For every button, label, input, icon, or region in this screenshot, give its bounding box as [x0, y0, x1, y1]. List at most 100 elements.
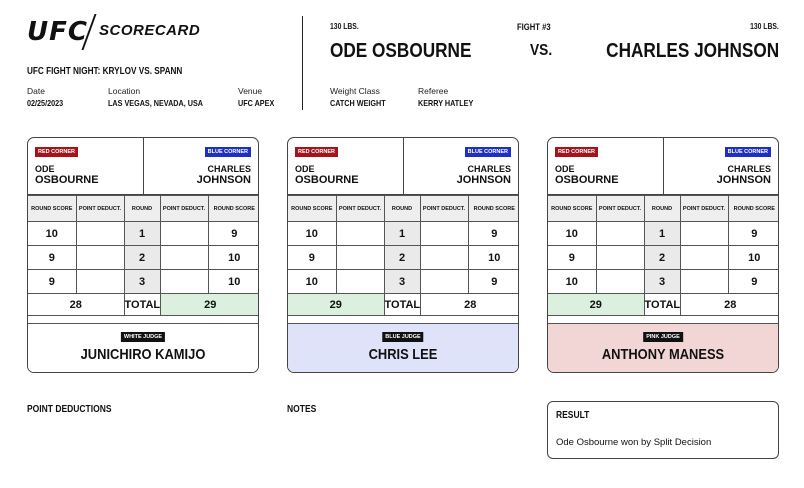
- blue-point-deduction: [419, 269, 469, 294]
- round-row: 10 1 9: [288, 221, 518, 246]
- blue-round-score: 9: [727, 269, 778, 294]
- point-deductions-heading: POINT DEDUCTIONS: [27, 404, 112, 415]
- blue-round-score: 9: [467, 269, 518, 294]
- red-round-score: 9: [28, 245, 77, 270]
- total-label: TOTAL: [383, 293, 421, 316]
- corner-divider: [143, 138, 144, 195]
- red-last-name: OSBOURNE: [295, 174, 359, 186]
- round-row: 10 1 9: [28, 221, 258, 246]
- round-row: 10 1 9: [548, 221, 778, 246]
- vs-label: VS.: [530, 42, 553, 59]
- red-point-deduction: [595, 245, 645, 270]
- red-point-deduction: [75, 221, 125, 246]
- total-row: 29 TOTAL 28: [548, 293, 778, 316]
- blue-round-score-header: ROUND SCORE: [727, 195, 778, 222]
- red-round-score-header: ROUND SCORE: [548, 195, 597, 222]
- red-point-deduction: [335, 269, 385, 294]
- blue-round-score: 10: [727, 245, 778, 270]
- scorecard-title: SCORECARD: [99, 22, 201, 39]
- blue-last-name: JOHNSON: [456, 174, 511, 186]
- blue-corner-badge: BLUE CORNER: [464, 147, 511, 157]
- round-number: 3: [383, 269, 421, 294]
- red-corner-badge: RED CORNER: [555, 147, 598, 157]
- score-header-row: ROUND SCORE POINT DEDUCT. ROUND POINT DEDUC…: [548, 195, 778, 222]
- judge-card-1: RED CORNER BLUE CORNER ODE OSBOURNE CHARLES J…: [27, 137, 259, 373]
- red-point-deduct-header: POINT DEDUCT.: [75, 195, 125, 222]
- venue-value: UFC APEX: [238, 98, 275, 108]
- ufc-logo: UFC: [27, 17, 88, 47]
- score-table: ROUND SCORE POINT DEDUCT. ROUND POINT DEDUC…: [28, 195, 258, 316]
- red-point-deduct-header: POINT DEDUCT.: [335, 195, 385, 222]
- judge-area: BLUE JUDGE CHRIS LEE: [288, 323, 518, 372]
- judge-card-3: RED CORNER BLUE CORNER ODE OSBOURNE CHARLES J…: [547, 137, 779, 373]
- blue-point-deduction: [419, 245, 469, 270]
- round-header: ROUND: [123, 195, 161, 222]
- blue-round-score: 10: [207, 269, 258, 294]
- blue-total: 28: [679, 293, 778, 316]
- judge-name: CHRIS LEE: [368, 346, 438, 363]
- date-value: 02/25/2023: [27, 98, 64, 108]
- card-header: RED CORNER BLUE CORNER ODE OSBOURNE CHARLES J…: [288, 138, 518, 195]
- judge-area: PINK JUDGE ANTHONY MANESS: [548, 323, 778, 372]
- fight-number: FIGHT #3: [517, 22, 551, 32]
- red-fighter-name: ODE OSBOURNE: [330, 40, 472, 62]
- blue-round-score-header: ROUND SCORE: [207, 195, 258, 222]
- referee-value: KERRY HATLEY: [418, 98, 474, 108]
- blue-point-deduction: [679, 269, 729, 294]
- red-point-deduction: [75, 269, 125, 294]
- result-box: RESULT Ode Osbourne won by Split Decisio…: [547, 401, 779, 459]
- blue-point-deduct-header: POINT DEDUCT.: [679, 195, 729, 222]
- card-header: RED CORNER BLUE CORNER ODE OSBOURNE CHARLES J…: [548, 138, 778, 195]
- blue-corner-badge: BLUE CORNER: [204, 147, 251, 157]
- red-last-name: OSBOURNE: [555, 174, 619, 186]
- red-fighter: ODE OSBOURNE: [555, 164, 619, 186]
- judge-badge: WHITE JUDGE: [120, 332, 166, 342]
- round-number: 2: [383, 245, 421, 270]
- red-point-deduct-header: POINT DEDUCT.: [595, 195, 645, 222]
- red-fighter: ODE OSBOURNE: [35, 164, 99, 186]
- referee-label: Referee: [418, 86, 449, 96]
- red-corner-badge: RED CORNER: [295, 147, 338, 157]
- score-header-row: ROUND SCORE POINT DEDUCT. ROUND POINT DEDUC…: [288, 195, 518, 222]
- blue-last-name: JOHNSON: [716, 174, 771, 186]
- location-value: LAS VEGAS, NEVADA, USA: [108, 98, 204, 108]
- red-round-score: 9: [288, 245, 337, 270]
- notes-heading: NOTES: [287, 404, 317, 415]
- corner-divider: [663, 138, 664, 195]
- blue-round-score-header: ROUND SCORE: [467, 195, 518, 222]
- location-label: Location: [108, 86, 141, 96]
- red-total: 29: [288, 293, 385, 316]
- blue-round-score: 10: [467, 245, 518, 270]
- round-row: 10 3 9: [288, 269, 518, 294]
- blue-point-deduct-header: POINT DEDUCT.: [419, 195, 469, 222]
- header-divider: [302, 16, 303, 110]
- round-number: 2: [123, 245, 161, 270]
- blue-point-deduction: [679, 221, 729, 246]
- judge-area: WHITE JUDGE JUNICHIRO KAMIJO: [28, 323, 258, 372]
- red-point-deduction: [595, 221, 645, 246]
- blue-round-score: 9: [727, 221, 778, 246]
- total-row: 29 TOTAL 28: [288, 293, 518, 316]
- blue-round-score: 9: [467, 221, 518, 246]
- total-label: TOTAL: [123, 293, 161, 316]
- score-header-row: ROUND SCORE POINT DEDUCT. ROUND POINT DEDUC…: [28, 195, 258, 222]
- red-round-score-header: ROUND SCORE: [28, 195, 77, 222]
- blue-fighter: CHARLES JOHNSON: [717, 164, 771, 186]
- judge-name: ANTHONY MANESS: [601, 346, 725, 363]
- red-corner-badge: RED CORNER: [35, 147, 78, 157]
- red-point-deduction: [595, 269, 645, 294]
- round-row: 9 2 10: [288, 245, 518, 270]
- total-row: 28 TOTAL 29: [28, 293, 258, 316]
- judge-badge: BLUE JUDGE: [382, 332, 424, 342]
- round-number: 1: [383, 221, 421, 246]
- round-row: 9 2 10: [548, 245, 778, 270]
- red-weight: 130 LBS.: [330, 22, 359, 31]
- red-last-name: OSBOURNE: [35, 174, 99, 186]
- red-round-score: 10: [288, 269, 337, 294]
- judge-name: JUNICHIRO KAMIJO: [80, 346, 206, 363]
- red-point-deduction: [335, 245, 385, 270]
- red-round-score: 10: [28, 221, 77, 246]
- blue-fighter: CHARLES JOHNSON: [197, 164, 251, 186]
- corner-divider: [403, 138, 404, 195]
- weight-class-value: CATCH WEIGHT: [330, 98, 386, 108]
